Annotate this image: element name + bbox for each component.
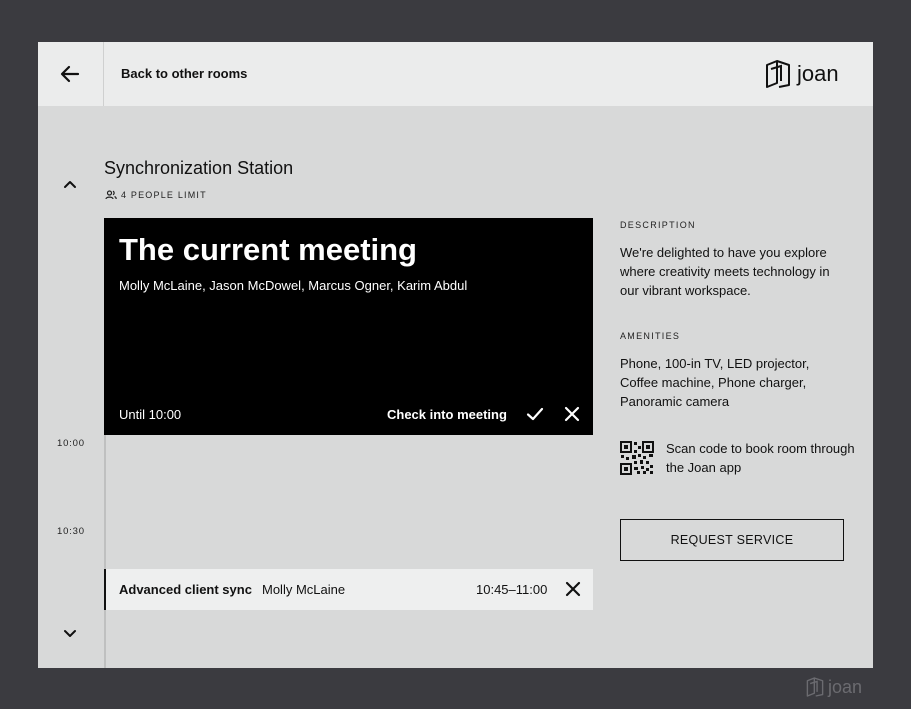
joan-logo-icon <box>766 60 790 88</box>
timeline-line <box>104 434 106 668</box>
amenities-text: Phone, 100-in TV, LED projector, Coffee … <box>620 356 810 409</box>
bezel-brand-name: joan <box>828 676 863 697</box>
brand-logo: joan <box>765 59 839 89</box>
meeting-end-time: Until 10:00 <box>119 407 182 422</box>
current-meeting-card: The current meeting Molly McLaine, Jason… <box>104 218 593 435</box>
time-label: 10:30 <box>57 526 85 537</box>
capacity-label: 4 PEOPLE LIMIT <box>121 190 207 200</box>
top-bar: Back to other rooms joan <box>38 42 873 106</box>
bezel-logo: joan <box>806 676 862 698</box>
upcoming-meeting-row[interactable]: Advanced client sync Molly McLaine 10:45… <box>104 569 593 610</box>
check-in-button[interactable]: Check into meeting <box>387 407 507 422</box>
people-icon <box>105 190 117 200</box>
description-heading: DESCRIPTION <box>620 220 696 230</box>
upcoming-meeting-host: Molly McLaine <box>262 582 346 597</box>
room-name: Synchronization Station <box>104 158 294 178</box>
description-text: We're delighted to have you explore wher… <box>620 245 830 298</box>
brand-name: joan <box>797 61 839 86</box>
time-label: 10:00 <box>57 438 85 449</box>
arrow-left-icon[interactable] <box>58 62 82 86</box>
close-icon[interactable] <box>563 579 583 599</box>
capacity-info: 4 PEOPLE LIMIT <box>105 190 207 200</box>
meeting-attendees: Molly McLaine, Jason McDowel, Marcus Ogn… <box>119 278 468 293</box>
checkmark-icon[interactable] <box>525 404 545 424</box>
upcoming-meeting-time: 10:45–11:00 <box>476 582 548 597</box>
qr-instructions: Scan code to book room through the Joan … <box>666 441 855 475</box>
upcoming-meeting-title: Advanced client sync <box>119 582 252 597</box>
chevron-down-icon[interactable] <box>60 623 80 643</box>
qr-code <box>620 441 654 475</box>
meeting-title: The current meeting <box>119 232 417 267</box>
amenities-heading: AMENITIES <box>620 331 681 341</box>
back-to-rooms-link[interactable]: Back to other rooms <box>121 66 247 81</box>
close-icon[interactable] <box>562 404 582 424</box>
device-screen: Back to other rooms joan 10:00 10:30 Syn… <box>38 42 873 668</box>
request-service-button[interactable]: REQUEST SERVICE <box>620 519 844 561</box>
chevron-up-icon[interactable] <box>60 174 80 194</box>
joan-logo-icon <box>806 677 824 697</box>
divider <box>103 42 104 106</box>
